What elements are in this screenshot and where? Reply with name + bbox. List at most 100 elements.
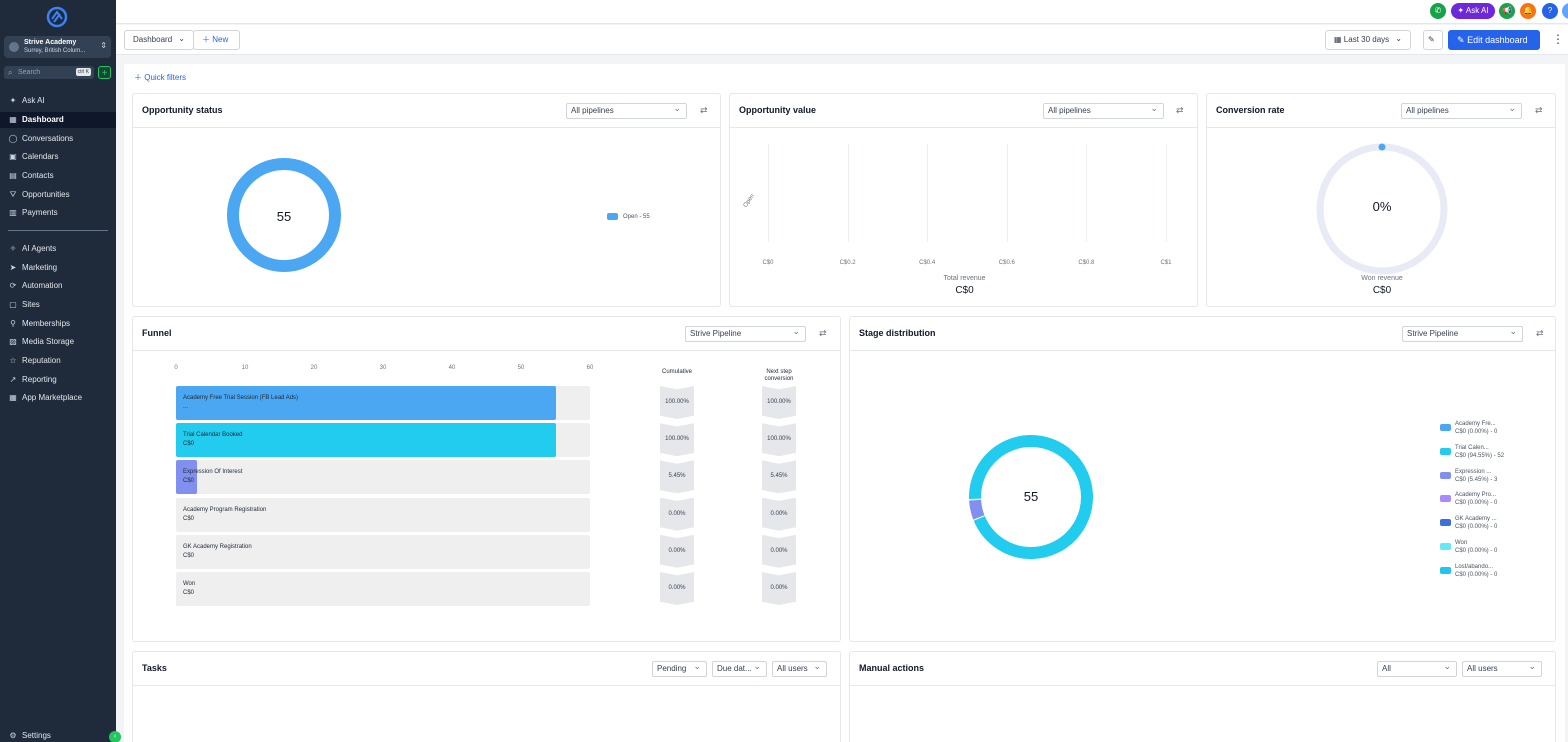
pipeline-select[interactable]: Strive Pipeline bbox=[1402, 326, 1523, 342]
megaphone-icon[interactable]: 📢 bbox=[1499, 3, 1515, 19]
legend-stage-value: C$0 (5.45%) - 3 bbox=[1455, 476, 1498, 483]
funnel-stage-value: C$0 bbox=[183, 590, 195, 596]
nav-item-label: Media Storage bbox=[22, 337, 75, 346]
nav-item-opportunities[interactable]: ⛛ Opportunities bbox=[0, 187, 116, 203]
task-due-date-select[interactable]: Due dat... bbox=[712, 661, 767, 677]
app-logo-icon[interactable] bbox=[46, 6, 68, 28]
task-users-select[interactable]: All users bbox=[772, 661, 827, 677]
funnel-x-tick: 20 bbox=[310, 365, 318, 371]
bell-icon[interactable]: 🔔 bbox=[1520, 3, 1536, 19]
funnel-stage-name: Academy Program Registration bbox=[183, 506, 267, 513]
next-step-value: 0.00% bbox=[762, 497, 796, 531]
nav-item-memberships[interactable]: ⚲ Memberships bbox=[0, 316, 116, 332]
pipeline-select[interactable]: Strive Pipeline bbox=[685, 326, 806, 342]
legend-stage-value: C$0 (0.00%) - 0 bbox=[1455, 571, 1498, 578]
nav-item-settings[interactable]: ⚙ Settings bbox=[0, 728, 116, 742]
conversion-rate-card: Conversion rate All pipelines ⇄ 0% Won r… bbox=[1206, 93, 1556, 307]
grid-line bbox=[1086, 144, 1088, 242]
account-switcher[interactable]: Strive Academy Surrey, British Colum... … bbox=[4, 36, 111, 58]
pipeline-select[interactable]: All pipelines bbox=[566, 103, 687, 119]
next-step-value: 0.00% bbox=[762, 572, 796, 605]
date-range-label: Last 30 days bbox=[1343, 35, 1390, 44]
nav-item-conversations[interactable]: ◯ Conversations bbox=[0, 131, 116, 147]
pin-icon[interactable]: ✎ bbox=[1423, 30, 1443, 50]
quick-filters-button[interactable]: ＋ Quick filters bbox=[134, 72, 186, 83]
quick-filters-label: Quick filters bbox=[144, 73, 187, 82]
quick-add-button[interactable]: + bbox=[98, 66, 111, 79]
nav-item-app-marketplace[interactable]: ▦ App Marketplace bbox=[0, 390, 116, 406]
nav-item-payments[interactable]: ▥ Payments bbox=[0, 205, 116, 221]
swap-icon[interactable]: ⇄ bbox=[819, 328, 827, 339]
nav-item-label: Payments bbox=[22, 208, 58, 217]
funnel-bar[interactable] bbox=[176, 386, 556, 420]
legend-stage-name: Lost/abando... bbox=[1455, 563, 1494, 570]
nav-item-label: Calendars bbox=[22, 152, 59, 161]
task-status-select[interactable]: Pending bbox=[652, 661, 707, 677]
date-range-selector[interactable]: ▦ Last 30 days ⌄ bbox=[1325, 30, 1411, 50]
swap-icon[interactable]: ⇄ bbox=[1176, 105, 1184, 116]
help-label: ? bbox=[1547, 6, 1553, 15]
nav-item-media-storage[interactable]: ▨ Media Storage bbox=[0, 334, 116, 350]
swap-icon[interactable]: ⇄ bbox=[1536, 328, 1544, 339]
won-revenue-label: Won revenue bbox=[1361, 275, 1403, 282]
legend-stage-value: C$0 (0.00%) - 0 bbox=[1455, 548, 1498, 554]
pipeline-select[interactable]: All pipelines bbox=[1043, 103, 1164, 119]
funnel-bar[interactable] bbox=[176, 423, 556, 458]
legend-stage-value: C$0 (94.55%) - 52 bbox=[1455, 452, 1505, 459]
funnel-row-track bbox=[176, 534, 590, 569]
nav-item-reputation[interactable]: ☆ Reputation bbox=[0, 353, 116, 369]
opportunity-value-card: Opportunity value All pipelines ⇄ C$0 C$0… bbox=[729, 93, 1198, 307]
search-input[interactable]: ⌕ Search ctrl K bbox=[4, 66, 94, 79]
legend-swatch bbox=[1440, 566, 1451, 574]
dashboard-selector[interactable]: Dashboard ⌄ bbox=[124, 30, 194, 50]
nav-item-contacts[interactable]: ▤ Contacts bbox=[0, 168, 116, 184]
nav-item-marketing[interactable]: ➤ Marketing bbox=[0, 260, 116, 276]
action-type-select[interactable]: All bbox=[1377, 661, 1457, 677]
nav-item-ask-ai[interactable]: ✦ Ask AI bbox=[0, 93, 116, 109]
funnel-stage-value: C$0 bbox=[183, 552, 195, 559]
help-button[interactable]: ? bbox=[1542, 3, 1558, 19]
nav-item-label: Dashboard bbox=[22, 115, 64, 124]
x-tick-label: C$0.8 bbox=[1078, 260, 1095, 266]
legend-stage-name: Expression ... bbox=[1455, 468, 1492, 475]
nav-divider bbox=[8, 230, 108, 231]
cumulative-value: 0.00% bbox=[660, 497, 694, 531]
nav-item-label: Marketing bbox=[22, 263, 58, 272]
dashboard-toolbar: Dashboard ⌄ ＋ New ▦ Last 30 days ⌄ ✎ ✎ E… bbox=[116, 25, 1568, 55]
nav-item-sites[interactable]: ▢ Sites bbox=[0, 297, 116, 313]
membership-icon: ⚲ bbox=[10, 319, 16, 328]
funnel-card: Funnel Strive Pipeline ⇄ Cumulative Next… bbox=[132, 316, 841, 642]
chevron-down-icon: ⌄ bbox=[178, 34, 185, 43]
edit-dashboard-button[interactable]: ✎ Edit dashboard bbox=[1448, 30, 1540, 50]
legend-stage-name: Academy Pro... bbox=[1455, 492, 1497, 499]
nav-item-reporting[interactable]: ↗ Reporting bbox=[0, 372, 116, 388]
nav-item-label: App Marketplace bbox=[22, 393, 83, 402]
nav-item-label: Contacts bbox=[22, 171, 54, 180]
ask-ai-button[interactable]: ✦ Ask AI bbox=[1451, 3, 1495, 19]
dashboard-canvas: ＋ Quick filters Opportunity status All p… bbox=[124, 64, 1565, 742]
nav-item-automation[interactable]: ⟳ Automation bbox=[0, 278, 116, 294]
more-options-icon[interactable]: ⋮ bbox=[1552, 32, 1564, 46]
account-avatar bbox=[9, 42, 19, 52]
action-users-select[interactable]: All users bbox=[1462, 661, 1542, 677]
nav-item-ai-agents[interactable]: ✧ AI Agents bbox=[0, 241, 116, 257]
phone-icon[interactable]: ✆ bbox=[1430, 3, 1446, 19]
card-header: Stage distribution Strive Pipeline ⇄ bbox=[850, 317, 1555, 351]
pipeline-select[interactable]: All pipelines bbox=[1401, 103, 1522, 119]
donut-center-value: 55 bbox=[1023, 489, 1039, 504]
avatar[interactable] bbox=[1562, 3, 1568, 19]
card-title: Funnel bbox=[142, 328, 172, 338]
next-step-value: 100.00% bbox=[762, 423, 796, 457]
swap-icon[interactable]: ⇄ bbox=[1535, 105, 1543, 116]
collapse-sidebar-button[interactable]: ‹ bbox=[109, 731, 121, 742]
new-dashboard-button[interactable]: ＋ New bbox=[193, 30, 240, 50]
contacts-icon: ▤ bbox=[9, 171, 17, 180]
grid-line bbox=[847, 144, 849, 242]
calendar-icon: ▣ bbox=[9, 152, 17, 161]
media-icon: ▨ bbox=[9, 337, 17, 346]
funnel-x-tick: 10 bbox=[241, 365, 249, 371]
nav-item-dashboard[interactable]: ▦ Dashboard bbox=[0, 112, 116, 128]
swap-icon[interactable]: ⇄ bbox=[700, 105, 708, 116]
nav-item-calendars[interactable]: ▣ Calendars bbox=[0, 149, 116, 165]
chart-icon: ↗ bbox=[9, 375, 17, 384]
